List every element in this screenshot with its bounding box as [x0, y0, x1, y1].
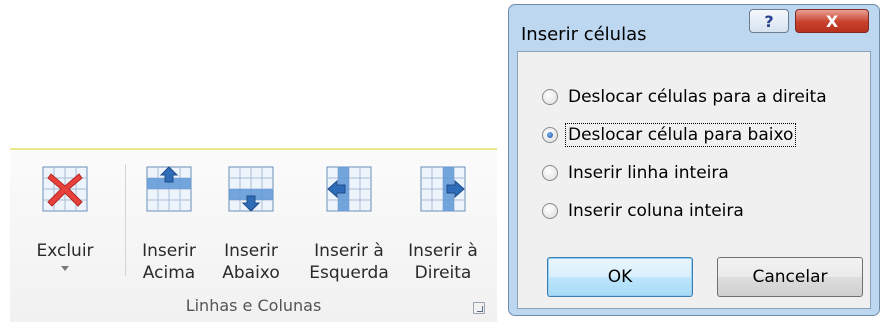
- insert-row-below-icon: [228, 166, 274, 212]
- insert-cells-dialog: Inserir células ? X Deslocar células par…: [508, 4, 880, 316]
- ribbon-group-linhas-e-colunas: Excluir Inserir Acima Inserir Abaixo Ins…: [10, 148, 497, 322]
- group-label: Linhas e Colunas: [185, 296, 322, 315]
- option-shift-down-label[interactable]: Deslocar célula para baixo: [564, 123, 797, 147]
- delete-cells-icon: [42, 166, 88, 212]
- insert-right-label: Inserir à Direita: [408, 241, 478, 283]
- insert-left-label: Inserir à Esquerda: [309, 241, 389, 283]
- insert-column-right-icon: [420, 166, 466, 212]
- insert-below-button[interactable]: Inserir Abaixo: [210, 158, 292, 284]
- insert-column-left-icon: [326, 166, 372, 212]
- radio-entire-column[interactable]: [542, 203, 558, 219]
- delete-button-label: Excluir: [36, 241, 94, 261]
- dropdown-arrow-icon: [61, 266, 69, 271]
- cancel-button[interactable]: Cancelar: [717, 257, 863, 297]
- radio-shift-right[interactable]: [542, 89, 558, 105]
- option-entire-column-label[interactable]: Inserir coluna inteira: [566, 200, 746, 222]
- insert-above-label: Inserir Acima: [142, 241, 196, 283]
- dialog-title: Inserir células: [521, 24, 647, 45]
- radio-entire-row[interactable]: [542, 165, 558, 181]
- insert-right-button[interactable]: Inserir à Direita: [398, 158, 488, 284]
- insert-left-button[interactable]: Inserir à Esquerda: [300, 158, 398, 284]
- insert-above-button[interactable]: Inserir Acima: [128, 158, 210, 284]
- insert-row-above-icon: [146, 166, 192, 212]
- option-shift-right-label[interactable]: Deslocar células para a direita: [566, 86, 829, 108]
- ok-button[interactable]: OK: [547, 257, 693, 297]
- insert-below-label: Inserir Abaixo: [222, 241, 280, 283]
- close-button[interactable]: X: [795, 9, 869, 33]
- dialog-titlebar[interactable]: Inserir células ? X: [509, 5, 879, 51]
- option-entire-row-label[interactable]: Inserir linha inteira: [566, 162, 731, 184]
- delete-button[interactable]: Excluir: [20, 158, 110, 284]
- radio-shift-down[interactable]: [542, 127, 558, 143]
- help-button[interactable]: ?: [749, 9, 789, 33]
- dialog-launcher-icon[interactable]: [473, 302, 485, 314]
- ribbon-separator: [125, 164, 126, 276]
